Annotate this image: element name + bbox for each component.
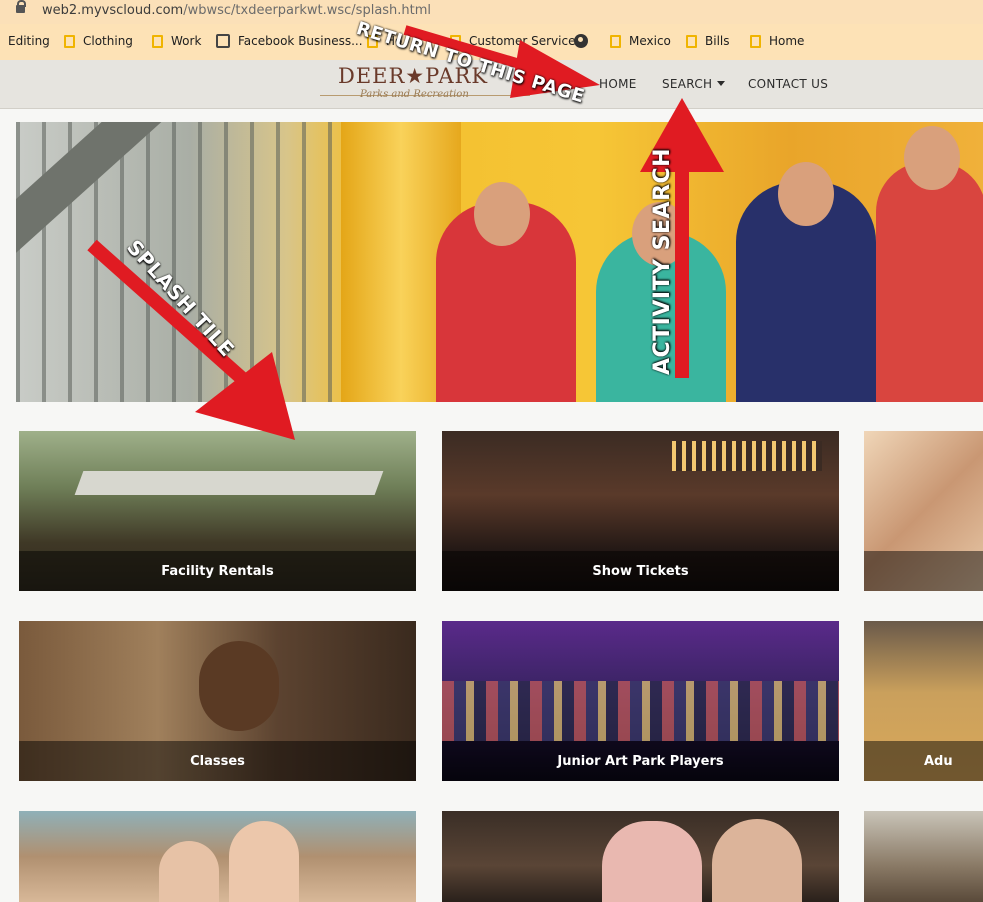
annotation-activity-search: ACTIVITY SEARCH (650, 147, 675, 375)
annotation-arrows (87, 25, 724, 440)
arrow-splash-tile (87, 239, 295, 440)
